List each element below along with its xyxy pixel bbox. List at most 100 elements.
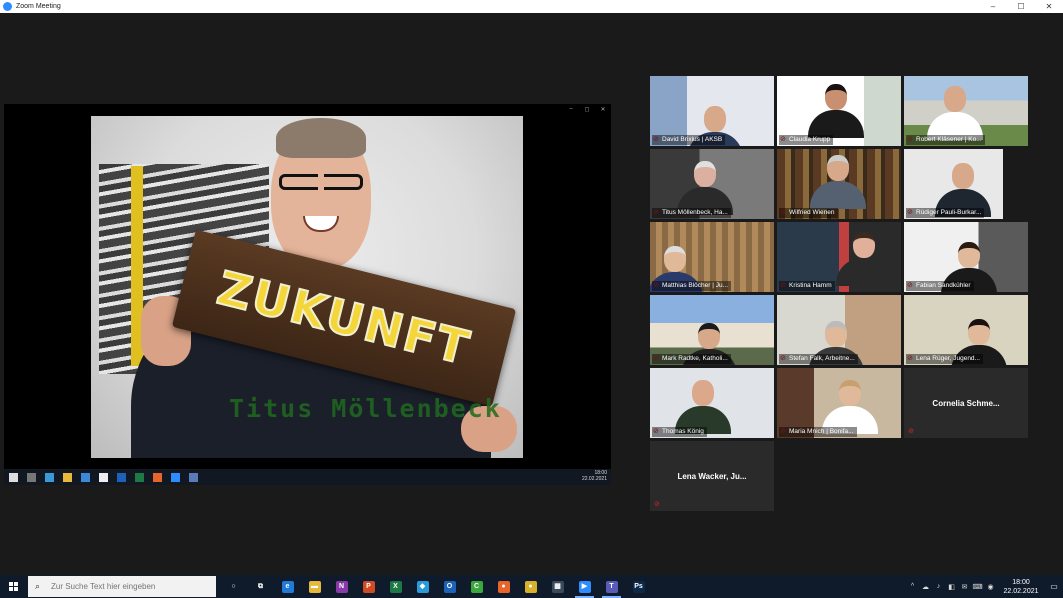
- maps-icon[interactable]: ◆: [409, 575, 436, 598]
- participant-tile[interactable]: ⊘ Rüdiger Pauli-Burkar...: [904, 149, 1028, 219]
- calculator-icon[interactable]: ▦: [544, 575, 571, 598]
- photoshop-icon-glyph: Ps: [632, 580, 645, 593]
- clock-time: 18:00: [1012, 578, 1030, 586]
- participant-head: [692, 380, 714, 406]
- participant-name: Lena Rüger, Jugend...: [906, 354, 983, 364]
- taskbar-search[interactable]: ⌕: [28, 576, 216, 597]
- participant-tile[interactable]: ⊘ Lena Rüger, Jugend...: [904, 295, 1028, 365]
- participant-head: [825, 84, 847, 110]
- teams-icon-glyph: T: [605, 580, 618, 593]
- shared-teams-icon: [189, 472, 198, 482]
- participant-name: Maria Mnich | Bonifa...: [779, 427, 857, 437]
- maps-icon-glyph: ◆: [416, 580, 429, 593]
- participant-tile[interactable]: Cornelia Schme... ⊘: [904, 368, 1028, 438]
- participant-head: [968, 319, 990, 345]
- shared-window-controls: – ◻ ✕: [567, 106, 607, 113]
- clock-date: 22.02.2021: [1003, 587, 1039, 595]
- outlook-icon[interactable]: O: [436, 575, 463, 598]
- onenote-icon-glyph: N: [335, 580, 348, 593]
- tray-icons: ^ ☁ ♪ ◧ ✉ ⌨ ◉: [906, 583, 997, 591]
- shared-close-icon: ✕: [600, 107, 606, 113]
- tray-icon[interactable]: ⌨: [971, 583, 984, 591]
- zoom-app-icon: [3, 2, 12, 11]
- firefox-icon[interactable]: ●: [490, 575, 517, 598]
- photoshop-icon[interactable]: Ps: [625, 575, 652, 598]
- cortana-icon[interactable]: ○: [220, 575, 247, 598]
- window-controls: – ☐ ✕: [979, 0, 1063, 13]
- powerpoint-icon-glyph: P: [362, 580, 375, 593]
- participant-tile[interactable]: ⊘ Thomas König: [650, 368, 774, 438]
- camtasia-icon[interactable]: C: [463, 575, 490, 598]
- search-input[interactable]: [51, 582, 211, 591]
- shared-excel-icon: [135, 472, 144, 482]
- participant-name: David Brixius | AKSB: [652, 135, 726, 145]
- tray-icon[interactable]: ^: [906, 583, 919, 591]
- close-button[interactable]: ✕: [1035, 0, 1063, 13]
- participant-head: [958, 242, 980, 268]
- shared-firefox-icon: [153, 472, 162, 482]
- tray-icon[interactable]: ☁: [919, 583, 932, 591]
- participant-tile[interactable]: ⊘ Claudia Krupp: [777, 76, 901, 146]
- participant-head: [698, 323, 720, 349]
- participant-head: [944, 86, 966, 112]
- participant-head: [825, 321, 847, 347]
- maximize-button[interactable]: ☐: [1007, 0, 1035, 13]
- participant-tile[interactable]: ⊘ Matthias Blöcher | Ju...: [650, 222, 774, 292]
- calculator-icon-glyph: ▦: [551, 580, 564, 593]
- participant-tile[interactable]: ⊘ Maria Mnich | Bonifa...: [777, 368, 901, 438]
- onenote-icon[interactable]: N: [328, 575, 355, 598]
- participant-tile[interactable]: ⊘ Fabian Sandkühler: [904, 222, 1028, 292]
- shared-app-icon: [81, 472, 90, 482]
- participant-name: Mark Radtke, Katholi...: [652, 354, 731, 364]
- muted-mic-icon: ⊘: [654, 501, 660, 508]
- participant-tile[interactable]: ⊘ David Brixius | AKSB: [650, 76, 774, 146]
- participant-name: Wilfried Wienen: [779, 208, 838, 218]
- start-button[interactable]: [0, 575, 26, 598]
- pinned-apps: ○ ⧉ e ▬ N P X ◆ O C ● ● ▦ ▶ T Ps: [220, 575, 652, 598]
- file-explorer-icon[interactable]: ▬: [301, 575, 328, 598]
- excel-icon-glyph: X: [389, 580, 402, 593]
- tray-icon[interactable]: ♪: [932, 583, 945, 591]
- teams-icon[interactable]: T: [598, 575, 625, 598]
- participant-name: Stefan Falk, Arbeitne...: [779, 354, 858, 364]
- participant-tile[interactable]: ⊘ Kristina Hamm: [777, 222, 901, 292]
- powerpoint-icon[interactable]: P: [355, 575, 382, 598]
- shared-notepad-icon: [99, 472, 108, 482]
- excel-icon[interactable]: X: [382, 575, 409, 598]
- chrome-icon[interactable]: ●: [517, 575, 544, 598]
- edge-icon[interactable]: e: [274, 575, 301, 598]
- tray-icon[interactable]: ◧: [945, 583, 958, 591]
- taskbar-clock[interactable]: 18:00 22.02.2021: [997, 578, 1045, 596]
- file-explorer-icon-glyph: ▬: [308, 580, 321, 593]
- muted-mic-icon: ⊘: [908, 428, 914, 435]
- participant-tile[interactable]: ⊘ Stefan Falk, Arbeitne...: [777, 295, 901, 365]
- camtasia-icon-glyph: C: [470, 580, 483, 593]
- tray-icon[interactable]: ✉: [958, 583, 971, 591]
- notification-icon[interactable]: ▭: [1045, 582, 1063, 591]
- participant-head: [664, 246, 686, 272]
- shared-start-icon: [9, 472, 18, 482]
- participant-head: [704, 106, 726, 132]
- windows-taskbar: ⌕ ○ ⧉ e ▬ N P X ◆ O C ● ● ▦ ▶ T Ps ^☁♪◧✉⌨◉ 18:00 22.02.…: [0, 575, 1063, 598]
- shared-minimize-icon: –: [569, 106, 573, 112]
- shared-restore-icon: ◻: [584, 107, 590, 113]
- participant-head: [694, 161, 716, 187]
- participant-tile[interactable]: ⊘ Wilfried Wienen: [777, 149, 901, 219]
- tray-icon[interactable]: ◉: [984, 583, 997, 591]
- chrome-icon-glyph: ●: [524, 580, 537, 593]
- window-title-bar: Zoom Meeting – ☐ ✕: [0, 0, 1063, 13]
- participant-tile[interactable]: ⊘ Titus Möllenbeck, Ha...: [650, 149, 774, 219]
- participant-name: Cornelia Schme...: [932, 398, 1000, 408]
- shared-zoom-icon: [171, 472, 180, 482]
- task-view-icon[interactable]: ⧉: [247, 575, 274, 598]
- shared-taskview-icon: [27, 472, 36, 482]
- participant-head: [827, 155, 849, 181]
- participant-tile[interactable]: Lena Wacker, Ju... ⊘: [650, 441, 774, 511]
- minimize-button[interactable]: –: [979, 0, 1007, 13]
- task-view-icon-glyph: ⧉: [254, 580, 267, 593]
- participant-name: Fabian Sandkühler: [906, 281, 974, 291]
- participant-tile[interactable]: ⊘ Robert Kläsener | Ko...: [904, 76, 1028, 146]
- windows-logo-icon: [8, 582, 18, 591]
- zoom-icon[interactable]: ▶: [571, 575, 598, 598]
- participant-tile[interactable]: ⊘ Mark Radtke, Katholi...: [650, 295, 774, 365]
